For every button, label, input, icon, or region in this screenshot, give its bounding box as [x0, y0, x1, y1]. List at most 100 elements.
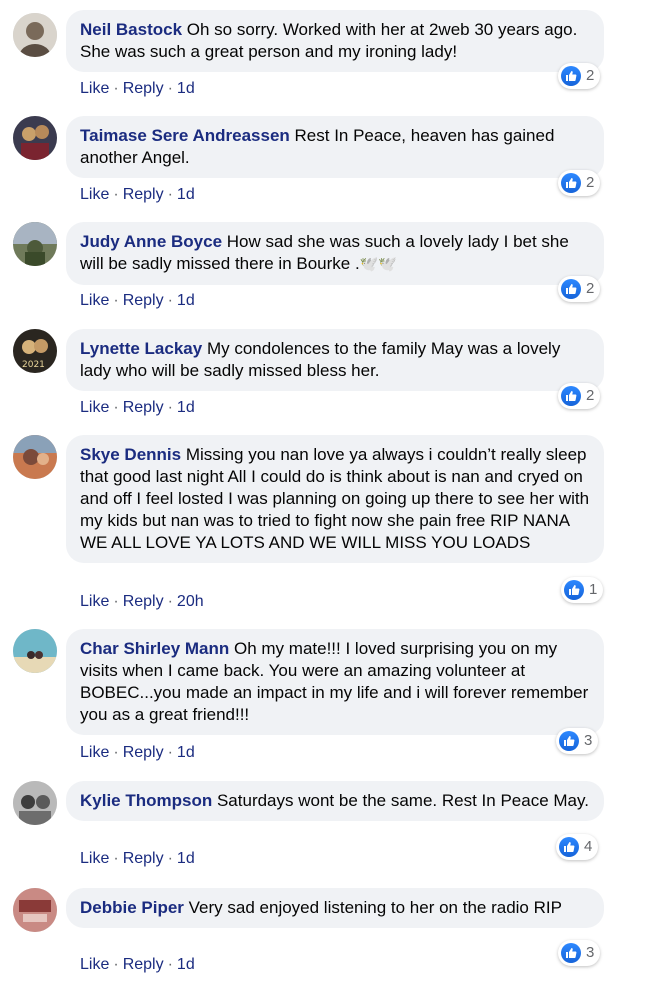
- avatar-image: [13, 629, 57, 673]
- separator: ·: [167, 80, 173, 97]
- avatar-image: [13, 222, 57, 266]
- like-button[interactable]: Like: [80, 186, 109, 203]
- separator: ·: [167, 744, 173, 761]
- comment-actions: Like · Reply · 1d: [80, 79, 195, 99]
- avatar-image: [13, 781, 57, 825]
- reply-button[interactable]: Reply: [123, 292, 164, 309]
- comment-author[interactable]: Taimase Sere Andreassen: [80, 126, 290, 145]
- avatar-image: [13, 888, 57, 932]
- comment-author[interactable]: Judy Anne Boyce: [80, 232, 222, 251]
- reaction-count-pill[interactable]: 2: [558, 276, 601, 302]
- thumbs-up-icon: [561, 386, 581, 406]
- comment-actions: Like · Reply · 20h: [80, 592, 204, 612]
- comment-time[interactable]: 1d: [177, 80, 195, 97]
- avatar-image: [13, 116, 57, 160]
- comment-actions: Like · Reply · 1d: [80, 955, 195, 975]
- comment-actions: Like · Reply · 1d: [80, 291, 195, 311]
- avatar[interactable]: [13, 888, 57, 932]
- comment-bubble: Taimase Sere Andreassen Rest In Peace, h…: [66, 116, 604, 178]
- comment-bubble: Char Shirley Mann Oh my mate!!! I loved …: [66, 629, 604, 735]
- separator: ·: [167, 593, 173, 610]
- comment-author[interactable]: Kylie Thompson: [80, 791, 212, 810]
- like-button[interactable]: Like: [80, 744, 109, 761]
- reaction-count: 2: [586, 174, 595, 191]
- reaction-count: 2: [586, 67, 595, 84]
- avatar-badge-text: 2021: [22, 360, 45, 370]
- avatar[interactable]: [13, 629, 57, 673]
- reaction-count-pill[interactable]: 4: [556, 834, 599, 860]
- comment-time[interactable]: 20h: [177, 593, 204, 610]
- separator: ·: [167, 850, 173, 867]
- dove-emoji: 🕊️🕊️: [359, 256, 398, 273]
- comment-bubble: Kylie Thompson Saturdays wont be the sam…: [66, 781, 604, 821]
- reply-button[interactable]: Reply: [123, 186, 164, 203]
- comment-actions: Like · Reply · 1d: [80, 185, 195, 205]
- separator: ·: [113, 956, 119, 973]
- comment-time[interactable]: 1d: [177, 744, 195, 761]
- reaction-count: 3: [586, 944, 595, 961]
- thumbs-up-icon: [564, 580, 584, 600]
- like-button[interactable]: Like: [80, 593, 109, 610]
- avatar-image: 2021: [13, 329, 57, 373]
- separator: ·: [113, 292, 119, 309]
- reply-button[interactable]: Reply: [123, 593, 164, 610]
- avatar[interactable]: [13, 13, 57, 57]
- reaction-count: 2: [586, 387, 595, 404]
- reaction-count: 3: [584, 732, 593, 749]
- comment-bubble: Neil Bastock Oh so sorry. Worked with he…: [66, 10, 604, 72]
- reaction-count: 2: [586, 280, 595, 297]
- separator: ·: [113, 593, 119, 610]
- comment-bubble: Judy Anne Boyce How sad she was such a l…: [66, 222, 604, 285]
- comment-actions: Like · Reply · 1d: [80, 398, 195, 418]
- avatar[interactable]: [13, 781, 57, 825]
- avatar[interactable]: [13, 435, 57, 479]
- separator: ·: [167, 292, 173, 309]
- reply-button[interactable]: Reply: [123, 956, 164, 973]
- reply-button[interactable]: Reply: [123, 80, 164, 97]
- comment-text: Very sad enjoyed listening to her on the…: [188, 898, 562, 917]
- reply-button[interactable]: Reply: [123, 744, 164, 761]
- thumbs-up-icon: [561, 66, 581, 86]
- comment-time[interactable]: 1d: [177, 186, 195, 203]
- thumbs-up-icon: [559, 837, 579, 857]
- reaction-count: 1: [589, 581, 598, 598]
- comment-author[interactable]: Skye Dennis: [80, 445, 181, 464]
- like-button[interactable]: Like: [80, 292, 109, 309]
- thumbs-up-icon: [561, 943, 581, 963]
- comment-time[interactable]: 1d: [177, 292, 195, 309]
- reaction-count-pill[interactable]: 2: [558, 63, 601, 89]
- comment-actions: Like · Reply · 1d: [80, 743, 195, 763]
- reply-button[interactable]: Reply: [123, 399, 164, 416]
- comment-time[interactable]: 1d: [177, 850, 195, 867]
- reaction-count-pill[interactable]: 2: [558, 170, 601, 196]
- reaction-count-pill[interactable]: 3: [556, 728, 599, 754]
- thumbs-up-icon: [561, 279, 581, 299]
- avatar[interactable]: [13, 222, 57, 266]
- reply-button[interactable]: Reply: [123, 850, 164, 867]
- avatar-image: [13, 13, 57, 57]
- reaction-count-pill[interactable]: 3: [558, 940, 601, 966]
- like-button[interactable]: Like: [80, 80, 109, 97]
- like-button[interactable]: Like: [80, 399, 109, 416]
- reaction-count: 4: [584, 838, 593, 855]
- separator: ·: [113, 80, 119, 97]
- comment-time[interactable]: 1d: [177, 399, 195, 416]
- reaction-count-pill[interactable]: 1: [561, 577, 604, 603]
- comment-time[interactable]: 1d: [177, 956, 195, 973]
- separator: ·: [167, 956, 173, 973]
- avatar[interactable]: 2021: [13, 329, 57, 373]
- comment-text: Saturdays wont be the same. Rest In Peac…: [216, 791, 589, 810]
- comment-author[interactable]: Char Shirley Mann: [80, 639, 229, 658]
- comment-bubble: Skye Dennis Missing you nan love ya alwa…: [66, 435, 604, 563]
- comment-author[interactable]: Debbie Piper: [80, 898, 184, 917]
- separator: ·: [113, 850, 119, 867]
- thumbs-up-icon: [561, 173, 581, 193]
- separator: ·: [167, 399, 173, 416]
- like-button[interactable]: Like: [80, 956, 109, 973]
- comment-author[interactable]: Neil Bastock: [80, 20, 182, 39]
- reaction-count-pill[interactable]: 2: [558, 383, 601, 409]
- avatar[interactable]: [13, 116, 57, 160]
- comment-author[interactable]: Lynette Lackay: [80, 339, 202, 358]
- comment-actions: Like · Reply · 1d: [80, 849, 195, 869]
- like-button[interactable]: Like: [80, 850, 109, 867]
